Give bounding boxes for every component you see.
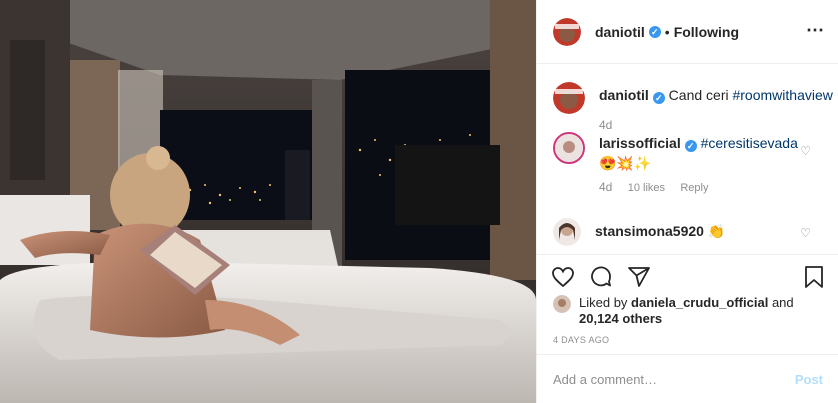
caption-row: daniotil ✓ Cand ceri #roomwithaview 4d bbox=[553, 82, 833, 134]
add-comment-input[interactable]: Add a comment… bbox=[553, 372, 795, 387]
comment-hashtag[interactable]: #ceresitisevada bbox=[701, 135, 798, 151]
post-timestamp[interactable]: 4 DAYS AGO bbox=[553, 335, 609, 345]
post-photo[interactable] bbox=[0, 0, 536, 403]
comments-list: daniotil ✓ Cand ceri #roomwithaview 4d la… bbox=[537, 64, 838, 254]
caption-age: 4d bbox=[599, 118, 613, 132]
verified-icon: ✓ bbox=[648, 25, 661, 38]
caption-avatar[interactable] bbox=[553, 82, 585, 114]
liker-avatar[interactable] bbox=[553, 295, 571, 313]
comment-emoji: 😍💥✨ bbox=[599, 155, 652, 171]
caption-text: Cand ceri bbox=[668, 87, 729, 103]
liked-by-prefix: Liked by bbox=[579, 295, 628, 310]
verified-icon: ✓ bbox=[684, 140, 697, 152]
comment-row: larissofficial ✓ #ceresitisevada 😍💥✨ 4d 1… bbox=[553, 132, 798, 197]
comment-username[interactable]: stansimona5920 bbox=[595, 223, 704, 239]
comment-username[interactable]: larissofficial bbox=[599, 135, 681, 151]
caption-username[interactable]: daniotil bbox=[599, 87, 649, 103]
comment-like-heart-icon[interactable]: ♡ bbox=[800, 226, 811, 240]
heart-icon[interactable] bbox=[551, 265, 575, 291]
bookmark-icon[interactable] bbox=[803, 265, 825, 289]
comment-likes[interactable]: 10 likes bbox=[628, 182, 665, 194]
comment-avatar[interactable] bbox=[553, 218, 581, 246]
comment-avatar[interactable] bbox=[553, 132, 585, 164]
add-comment-bar: Add a comment… Post bbox=[537, 354, 838, 403]
comment-icon[interactable] bbox=[589, 265, 613, 291]
likes-summary: Liked by daniela_crudu_official and 20,1… bbox=[553, 295, 794, 327]
post-comment-button[interactable]: Post bbox=[795, 372, 823, 387]
author-avatar[interactable] bbox=[553, 17, 581, 46]
more-icon[interactable]: ⋯ bbox=[806, 20, 825, 41]
share-icon[interactable] bbox=[627, 265, 651, 291]
post-details-panel: daniotil ✓ • Following ⋯ daniotil ✓ Cand … bbox=[536, 0, 838, 403]
verified-icon: ✓ bbox=[652, 92, 665, 104]
comment-like-heart-icon[interactable]: ♡ bbox=[800, 144, 811, 158]
comment-age: 4d bbox=[599, 180, 613, 194]
comment-row: stansimona5920 👏 bbox=[553, 218, 725, 246]
post-header: daniotil ✓ • Following ⋯ bbox=[537, 0, 838, 64]
liker-username[interactable]: daniela_crudu_official bbox=[631, 295, 768, 310]
following-button[interactable]: Following bbox=[674, 24, 739, 40]
author-username[interactable]: daniotil bbox=[595, 24, 645, 40]
comment-emoji: 👏 bbox=[707, 223, 726, 239]
reply-button[interactable]: Reply bbox=[680, 182, 708, 194]
likes-count[interactable]: 20,124 others bbox=[579, 311, 662, 326]
post-actions: Liked by daniela_crudu_official and 20,1… bbox=[537, 254, 838, 354]
caption-hashtag[interactable]: #roomwithaview bbox=[732, 87, 832, 103]
liked-by-connector: and bbox=[771, 295, 794, 310]
separator-dot: • bbox=[664, 23, 670, 40]
